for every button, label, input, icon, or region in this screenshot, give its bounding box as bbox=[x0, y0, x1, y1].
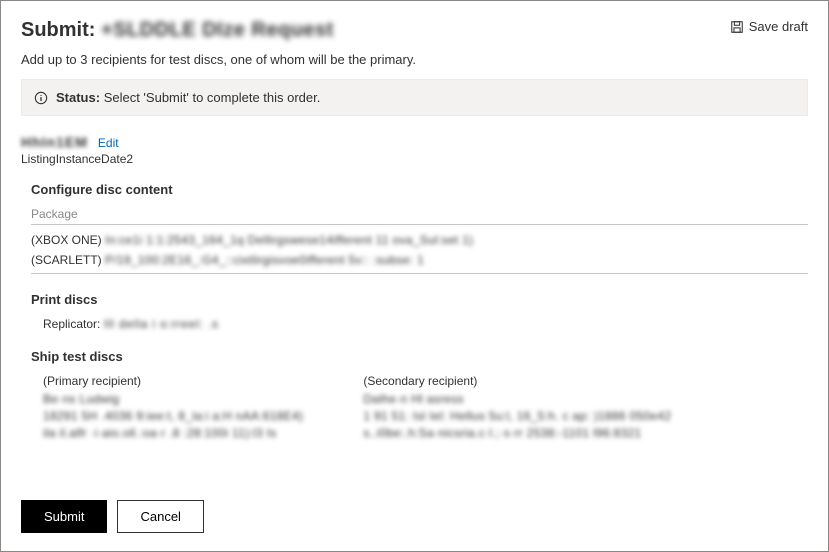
recipient-address-redacted: 1 91 51: Isl Iel: Hellus 5u:l, 16_5:h. c… bbox=[363, 409, 671, 423]
intro-text: Add up to 3 recipients for test discs, o… bbox=[21, 52, 808, 67]
replicator-label: Replicator: bbox=[43, 317, 100, 331]
title-name-redacted: +SLDDLE DIze Request bbox=[101, 19, 334, 41]
configure-title: Configure disc content bbox=[31, 182, 808, 197]
ship-title: Ship test discs bbox=[31, 349, 808, 364]
ship-section: Ship test discs (Primary recipient) Be·n… bbox=[21, 349, 808, 443]
package-row: (SCARLETT) P/19_100:2E16_:G4_::cixtlirgi… bbox=[31, 253, 808, 267]
product-name-redacted: HhIn1EM bbox=[21, 134, 88, 150]
status-bar: Status: Select 'Submit' to complete this… bbox=[21, 79, 808, 116]
save-icon bbox=[730, 20, 744, 34]
status-message: Select 'Submit' to complete this order. bbox=[104, 90, 321, 105]
recipient-address-redacted: 18291 5H .4036 9:iee:t, 8_la:i a:H nAA:6… bbox=[43, 409, 303, 423]
recipient-contact-redacted: s..i0be:.h:Sa·nicsria.c·l.;·s·rr 2538:-1… bbox=[363, 426, 671, 440]
save-draft-label: Save draft bbox=[749, 19, 808, 34]
package-column-label: Package bbox=[31, 207, 808, 221]
save-draft-button[interactable]: Save draft bbox=[730, 19, 808, 34]
package-name-redacted: P/19_100:2E16_:G4_::cixtlirgisvoe0iffere… bbox=[105, 253, 424, 267]
submit-button[interactable]: Submit bbox=[21, 500, 107, 533]
title-prefix: Submit: bbox=[21, 19, 101, 41]
cancel-button[interactable]: Cancel bbox=[117, 500, 203, 533]
page-title: Submit: +SLDDLE DIze Request bbox=[21, 19, 334, 42]
listing-instance-text: ListingInstanceDate2 bbox=[21, 152, 808, 166]
package-prefix: (XBOX ONE) bbox=[31, 233, 105, 247]
configure-section: Configure disc content Package (XBOX ONE… bbox=[21, 182, 808, 274]
package-prefix: (SCARLETT) bbox=[31, 253, 105, 267]
divider bbox=[31, 224, 808, 225]
primary-recipient: (Primary recipient) Be·ns Ludwig 18291 5… bbox=[43, 374, 303, 443]
edit-link[interactable]: Edit bbox=[98, 136, 119, 150]
recipient-contact-redacted: ila il.alfr ·i·aio.oll.:oa·r .8 :28:100i… bbox=[43, 426, 303, 440]
package-name-redacted: In:ce1i 1:1:2543_164_1q Dellirgswese14if… bbox=[105, 233, 473, 247]
recipient-label: (Primary recipient) bbox=[43, 374, 303, 388]
divider bbox=[31, 273, 808, 274]
recipient-name-redacted: Dalhe·n Hl asress bbox=[363, 392, 671, 406]
secondary-recipient: (Secondary recipient) Dalhe·n Hl asress … bbox=[363, 374, 671, 443]
recipient-label: (Secondary recipient) bbox=[363, 374, 671, 388]
status-label: Status: bbox=[56, 90, 100, 105]
print-title: Print discs bbox=[31, 292, 808, 307]
replicator-value-redacted: Ill della i o:rreel: .s bbox=[104, 317, 219, 331]
print-section: Print discs Replicator: Ill della i o:rr… bbox=[21, 292, 808, 331]
info-icon bbox=[34, 91, 48, 105]
recipient-name-redacted: Be·ns Ludwig bbox=[43, 392, 303, 406]
package-row: (XBOX ONE) In:ce1i 1:1:2543_164_1q Delli… bbox=[31, 233, 808, 247]
